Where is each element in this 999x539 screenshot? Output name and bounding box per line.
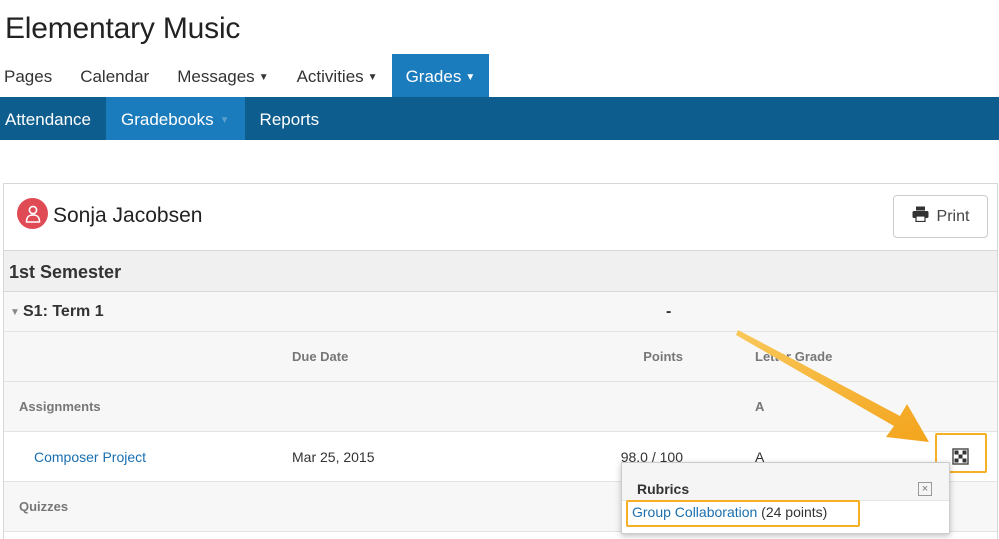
category-label: Quizzes xyxy=(19,499,69,514)
nav-pages[interactable]: Pages xyxy=(0,54,66,97)
nav-messages-label: Messages xyxy=(177,67,255,86)
user-icon xyxy=(17,198,48,229)
chevron-down-icon: ▼ xyxy=(258,72,269,83)
subnav-reports[interactable]: Reports xyxy=(245,97,335,140)
nav-calendar-label: Calendar xyxy=(80,67,150,86)
printer-icon xyxy=(912,206,929,227)
nav-activities-label: Activities xyxy=(296,67,364,86)
rubric-popup: Rubrics × Group Collaboration (24 points… xyxy=(621,462,950,534)
nav-calendar[interactable]: Calendar xyxy=(66,54,163,97)
term-grade: - xyxy=(666,303,672,320)
category-label: Assignments xyxy=(19,399,101,414)
column-header-letter-grade: Letter Grade xyxy=(755,349,833,364)
column-header-due-date: Due Date xyxy=(292,349,349,364)
semester-title: 1st Semester xyxy=(9,262,122,282)
chevron-down-icon: ▼ xyxy=(219,115,230,126)
subnav-gradebooks-label: Gradebooks xyxy=(121,110,214,129)
close-icon[interactable]: × xyxy=(918,482,932,496)
term-row[interactable]: ▼ S1: Term 1 - xyxy=(4,292,997,332)
student-name: Sonja Jacobsen xyxy=(53,204,203,227)
main-nav: Pages Calendar Messages ▼ Activities ▼ Gra… xyxy=(0,54,490,97)
student-header: Sonja Jacobsen Print xyxy=(4,184,997,250)
chevron-down-icon: ▼ xyxy=(465,72,476,83)
semester-row: 1st Semester xyxy=(4,250,997,292)
rubric-grid-icon[interactable] xyxy=(952,448,969,465)
subnav-attendance[interactable]: Attendance xyxy=(0,97,106,140)
triangle-down-icon[interactable]: ▼ xyxy=(10,307,20,318)
nav-grades[interactable]: Grades ▼ xyxy=(391,54,490,97)
rubric-link[interactable]: Group Collaboration xyxy=(632,504,757,520)
subnav-gradebooks[interactable]: Gradebooks ▼ xyxy=(106,97,245,140)
column-header-points: Points xyxy=(643,349,683,364)
nav-grades-label: Grades xyxy=(405,67,462,86)
nav-pages-label: Pages xyxy=(4,67,53,86)
sub-nav: Attendance Gradebooks ▼ Reports xyxy=(0,97,999,140)
course-title: Elementary Music xyxy=(5,12,241,45)
subnav-reports-label: Reports xyxy=(259,110,320,129)
term-title: S1: Term 1 xyxy=(23,303,104,320)
nav-activities[interactable]: Activities ▼ xyxy=(283,54,392,97)
rubric-item: Group Collaboration (24 points) xyxy=(632,504,827,520)
category-letter-grade: A xyxy=(755,399,765,414)
nav-messages[interactable]: Messages ▼ xyxy=(163,54,282,97)
assignment-link[interactable]: Composer Project xyxy=(34,449,146,465)
popup-title: Rubrics xyxy=(637,481,690,497)
category-row-assignments: Assignments A xyxy=(4,382,997,432)
chevron-down-icon: ▼ xyxy=(367,72,378,83)
subnav-attendance-label: Attendance xyxy=(5,110,92,129)
print-button[interactable]: Print xyxy=(893,195,988,238)
rubric-points: (24 points) xyxy=(757,504,828,520)
assignment-due-date: Mar 25, 2015 xyxy=(292,449,375,465)
print-label: Print xyxy=(936,207,970,225)
table-header: Due Date Points Letter Grade xyxy=(4,332,997,382)
